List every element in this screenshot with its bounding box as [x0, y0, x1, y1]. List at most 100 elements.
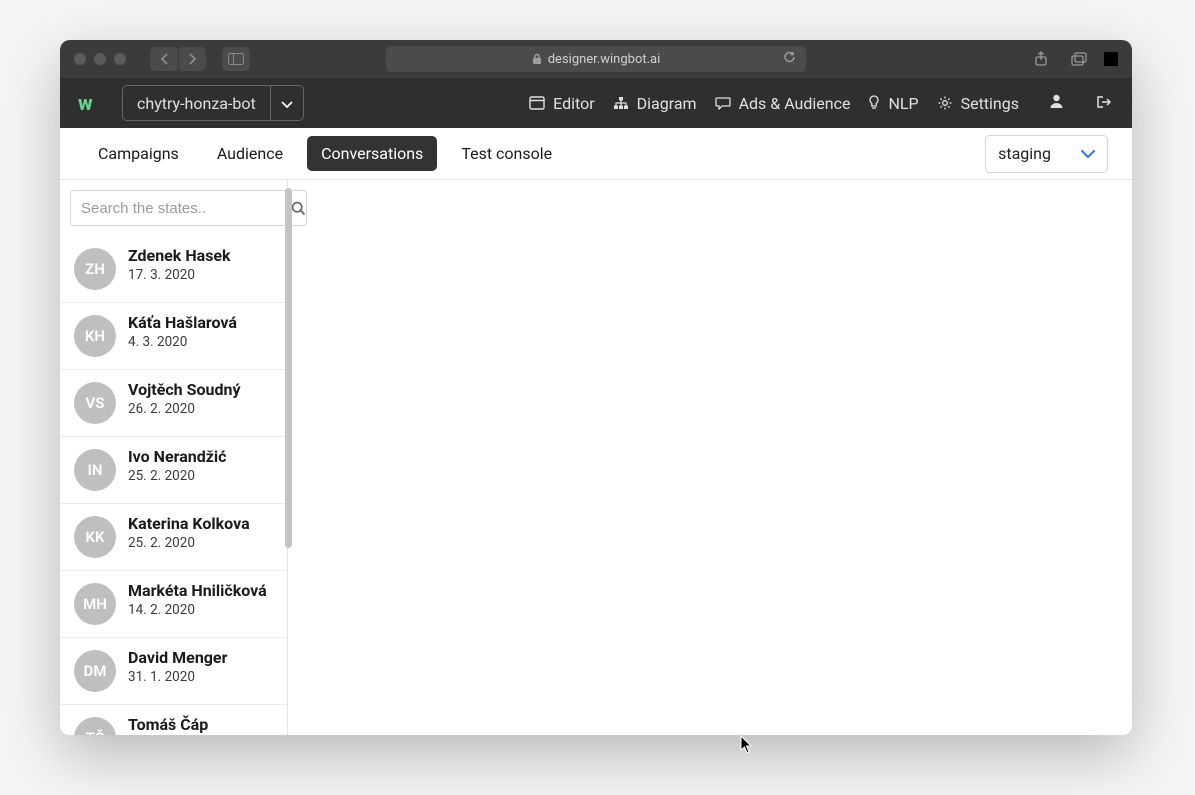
- tabs-icon: [1071, 52, 1087, 66]
- avatar: IN: [74, 449, 116, 491]
- conversations-list: ZH Zdenek Hasek 17. 3. 2020 KHKáťa Hašlarov…: [60, 236, 287, 735]
- conversation-date: 25. 2. 2020: [128, 535, 250, 551]
- conversation-date: 17. 3. 2020: [128, 267, 231, 283]
- conversation-name: Katerina Kolkova: [128, 514, 250, 533]
- project-selector-caret: [271, 94, 303, 113]
- conversation-main-pane: [288, 180, 1132, 735]
- project-selector[interactable]: chytry-honza-bot: [122, 85, 304, 121]
- avatar: MH: [74, 583, 116, 625]
- close-window-button[interactable]: [74, 53, 86, 65]
- conversations-sidebar: ZH Zdenek Hasek 17. 3. 2020 KHKáťa Hašlarov…: [60, 180, 288, 735]
- app-logo[interactable]: w: [78, 91, 108, 115]
- chat-icon: [715, 96, 731, 110]
- search-button[interactable]: [290, 190, 307, 226]
- tab-campaigns[interactable]: Campaigns: [84, 136, 193, 171]
- conversation-item[interactable]: ZH Zdenek Hasek 17. 3. 2020: [60, 236, 287, 302]
- nav-editor-label: Editor: [553, 94, 594, 113]
- lock-icon: [532, 53, 542, 65]
- chevron-right-icon: [188, 53, 197, 65]
- traffic-lights: [74, 53, 126, 65]
- environment-selector-caret: [1081, 144, 1095, 163]
- conversation-item[interactable]: MH Markéta Hniličková 14. 2. 2020: [60, 570, 287, 637]
- conversation-item[interactable]: IN Ivo Nerandžić 25. 2. 2020: [60, 436, 287, 503]
- conversation-name: Káťa Hašlarová: [128, 313, 237, 332]
- conversation-date: 25. 2. 2020: [128, 468, 226, 484]
- avatar: TČ: [74, 717, 116, 735]
- conversation-date: 31. 1. 2020: [128, 669, 227, 685]
- content-area: ZH Zdenek Hasek 17. 3. 2020 KHKáťa Hašlarov…: [60, 180, 1132, 735]
- conversation-name: Zdenek Hasek: [128, 246, 231, 265]
- logout-icon: [1096, 95, 1112, 109]
- conversation-item[interactable]: KHKáťa Hašlarová4. 3. 2020: [60, 302, 287, 369]
- sidebar-icon: [228, 53, 244, 65]
- conversation-date: 14. 2. 2020: [128, 602, 267, 618]
- conversation-text: Káťa Hašlarová4. 3. 2020: [128, 313, 237, 350]
- nav-settings[interactable]: Settings: [937, 94, 1019, 113]
- search-row: [60, 180, 287, 236]
- sidebar-scrollbar-thumb[interactable]: [285, 188, 292, 548]
- minimize-window-button[interactable]: [94, 53, 106, 65]
- editor-icon: [529, 96, 545, 110]
- conversation-text: Katerina Kolkova 25. 2. 2020: [128, 514, 250, 551]
- tab-audience[interactable]: Audience: [203, 136, 297, 171]
- conversation-item[interactable]: DM David Menger 31. 1. 2020: [60, 637, 287, 704]
- browser-sidebar-toggle[interactable]: [222, 47, 250, 71]
- browser-reload-button[interactable]: [783, 51, 796, 68]
- conversation-text: David Menger 31. 1. 2020: [128, 648, 227, 685]
- conversation-text: Ivo Nerandžić 25. 2. 2020: [128, 447, 226, 484]
- chevron-left-icon: [160, 53, 169, 65]
- browser-share-button[interactable]: [1028, 47, 1054, 71]
- reload-icon: [783, 51, 796, 64]
- nav-nlp-label: NLP: [888, 94, 918, 113]
- nav-settings-label: Settings: [961, 94, 1019, 113]
- project-name: chytry-honza-bot: [123, 94, 270, 113]
- chevron-down-icon: [1081, 150, 1095, 159]
- tab-test-console[interactable]: Test console: [447, 136, 566, 171]
- conversation-item[interactable]: VSVojtěch Soudný26. 2. 2020: [60, 369, 287, 436]
- conversation-name: David Menger: [128, 648, 227, 667]
- conversation-text: Zdenek Hasek 17. 3. 2020: [128, 246, 231, 283]
- titlebar-right-controls: [1028, 47, 1118, 71]
- browser-forward-button[interactable]: [178, 47, 206, 71]
- conversation-name: Markéta Hniličková: [128, 581, 267, 600]
- chevron-down-icon: [281, 101, 293, 109]
- diagram-icon: [613, 96, 629, 110]
- conversation-date: 26. 2. 2020: [128, 401, 241, 417]
- browser-window: designer.wingbot.ai w chytry-honza-bot: [60, 40, 1132, 735]
- conversation-text: Tomáš Čáp29. 1. 2020: [128, 715, 208, 735]
- browser-nav-arrows: [150, 47, 206, 71]
- browser-tabs-button[interactable]: [1066, 47, 1092, 71]
- nav-editor[interactable]: Editor: [529, 94, 594, 113]
- app-header: w chytry-honza-bot Editor Diagram Ads & …: [60, 78, 1132, 128]
- tab-conversations[interactable]: Conversations: [307, 136, 437, 171]
- browser-address-text: designer.wingbot.ai: [548, 52, 661, 67]
- avatar: KK: [74, 516, 116, 558]
- conversation-text: Markéta Hniličková 14. 2. 2020: [128, 581, 267, 618]
- nav-nlp[interactable]: NLP: [868, 94, 918, 113]
- conversation-name: Ivo Nerandžić: [128, 447, 226, 466]
- nav-user[interactable]: [1047, 93, 1066, 113]
- conversation-name: Tomáš Čáp: [128, 715, 208, 734]
- nav-diagram-label: Diagram: [637, 94, 697, 113]
- conversation-item[interactable]: TČ Tomáš Čáp29. 1. 2020: [60, 704, 287, 735]
- avatar: VS: [74, 382, 116, 424]
- search-input[interactable]: [70, 190, 290, 226]
- browser-back-button[interactable]: [150, 47, 178, 71]
- nav-ads-audience[interactable]: Ads & Audience: [715, 94, 851, 113]
- nav-logout[interactable]: [1094, 94, 1114, 113]
- environment-selected-label: staging: [998, 144, 1051, 163]
- lightbulb-icon: [868, 95, 880, 111]
- avatar: ZH: [74, 248, 116, 290]
- user-icon: [1049, 93, 1064, 109]
- nav-diagram[interactable]: Diagram: [613, 94, 697, 113]
- environment-selector[interactable]: staging: [985, 135, 1108, 173]
- conversation-item[interactable]: KK Katerina Kolkova 25. 2. 2020: [60, 503, 287, 570]
- search-icon: [291, 201, 306, 216]
- nav-ads-label: Ads & Audience: [739, 94, 851, 113]
- browser-address-bar[interactable]: designer.wingbot.ai: [386, 46, 806, 72]
- fullscreen-window-button[interactable]: [114, 53, 126, 65]
- subnav: Campaigns Audience Conversations Test co…: [60, 128, 1132, 180]
- gear-icon: [937, 95, 953, 111]
- window-resize-corner[interactable]: [1104, 52, 1118, 66]
- avatar: DM: [74, 650, 116, 692]
